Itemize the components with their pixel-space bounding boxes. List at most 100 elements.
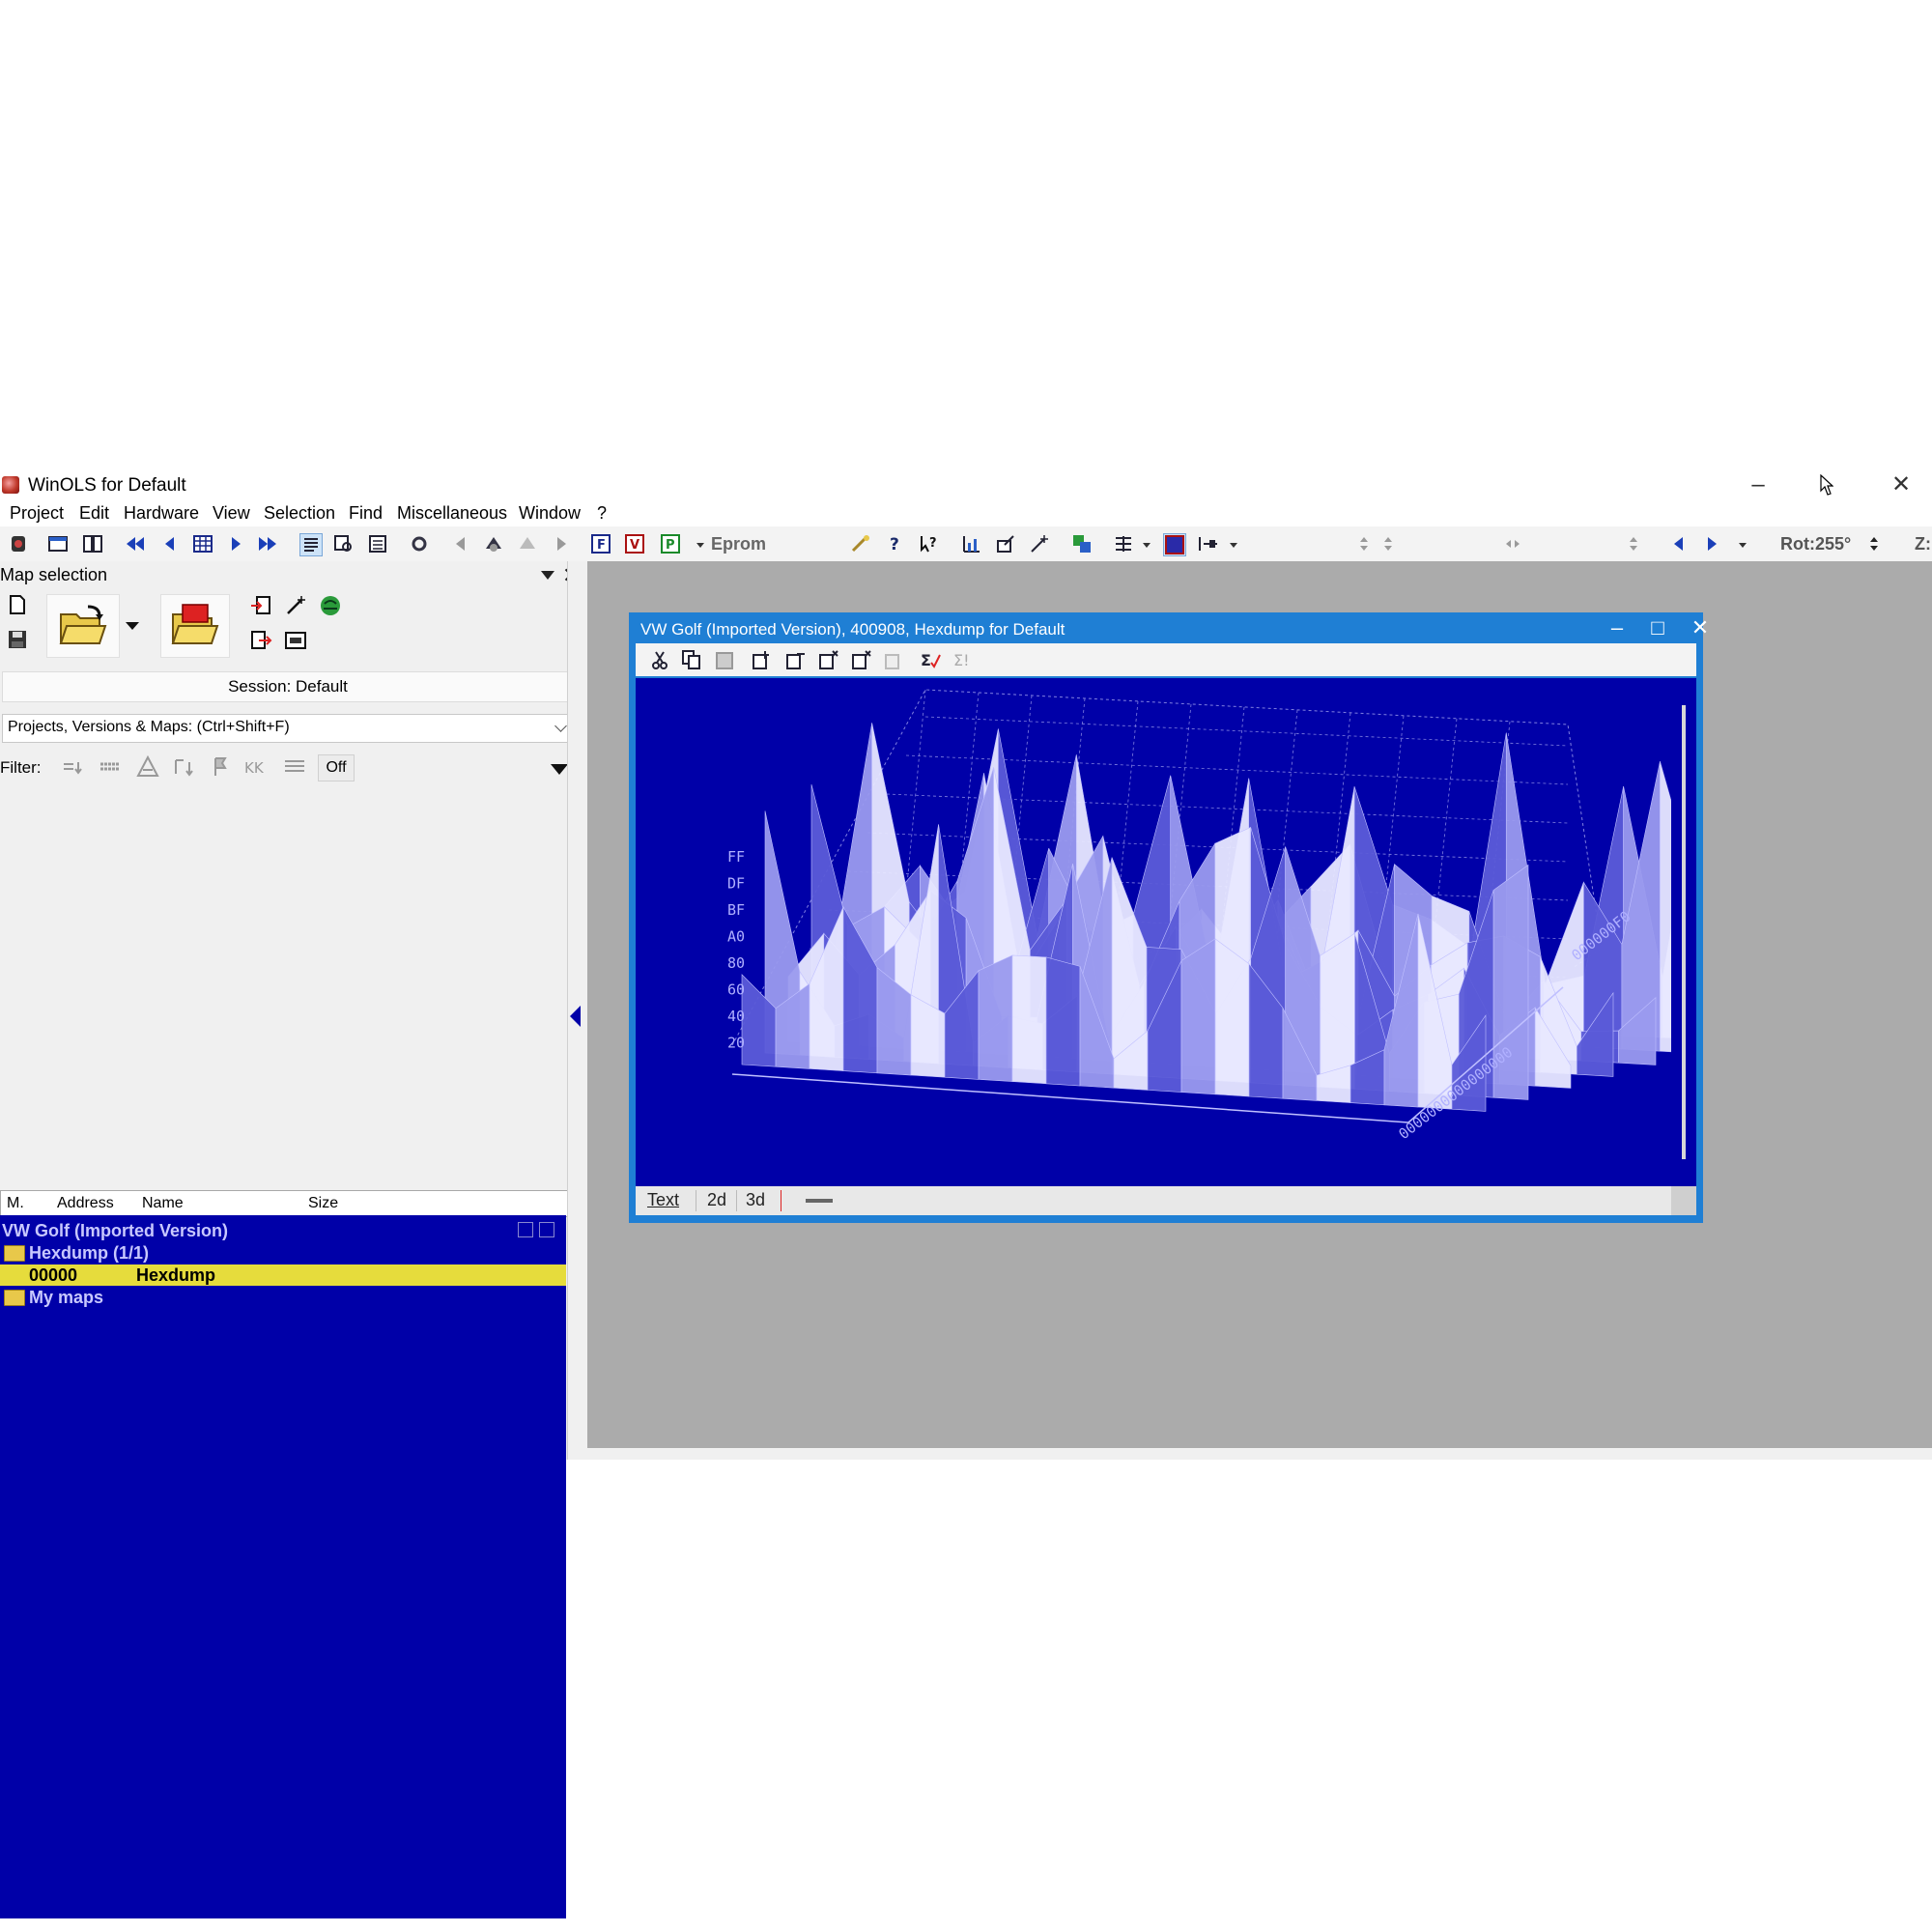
- recent-projects-button[interactable]: [160, 594, 230, 658]
- filter-dropdown-icon[interactable]: [551, 764, 568, 775]
- filter-equal-icon[interactable]: [60, 754, 85, 780]
- hardware-icon[interactable]: [8, 533, 29, 554]
- export-map-icon[interactable]: [249, 629, 272, 652]
- column-address[interactable]: Address: [57, 1195, 114, 1212]
- forward-gray-icon[interactable]: [551, 533, 572, 554]
- close-button[interactable]: ✕: [1874, 470, 1928, 499]
- window-layout-icon[interactable]: [47, 533, 69, 554]
- insert-row-icon[interactable]: [785, 649, 807, 670]
- width-dropdown-icon[interactable]: [1223, 533, 1237, 554]
- insert-col-icon[interactable]: [818, 649, 839, 670]
- filter-lines-icon[interactable]: [282, 754, 307, 780]
- tab-2d[interactable]: 2d: [707, 1190, 726, 1210]
- menu-edit[interactable]: Edit: [79, 503, 109, 524]
- menu-find[interactable]: Find: [349, 503, 383, 524]
- insert-icon[interactable]: [752, 649, 773, 670]
- minimize-button[interactable]: –: [1731, 470, 1785, 499]
- align-dropdown-icon[interactable]: [1136, 533, 1151, 554]
- menu-selection[interactable]: Selection: [264, 503, 335, 524]
- import-export-icon[interactable]: [1071, 533, 1093, 554]
- last-icon[interactable]: [257, 533, 278, 554]
- spinner-h-icon[interactable]: [1504, 533, 1521, 554]
- column-size[interactable]: Size: [308, 1195, 338, 1212]
- eprom-label[interactable]: Eprom: [711, 534, 766, 554]
- nav-left-icon[interactable]: [1668, 533, 1690, 554]
- color-mode-icon[interactable]: [1163, 533, 1186, 556]
- chart-tool-icon[interactable]: [961, 533, 982, 554]
- panel-dropdown-icon[interactable]: [541, 571, 554, 580]
- nav-right-icon[interactable]: [1701, 533, 1722, 554]
- menu-window[interactable]: Window: [519, 503, 581, 524]
- open-dropdown-button[interactable]: [122, 594, 143, 656]
- map-wizard-small-icon[interactable]: [284, 594, 307, 617]
- tree-folder-hexdump[interactable]: Hexdump (1/1): [0, 1242, 566, 1264]
- nav-dropdown-icon[interactable]: [1732, 533, 1747, 554]
- table-icon[interactable]: [192, 533, 213, 554]
- column-name[interactable]: Name: [142, 1195, 184, 1212]
- menu-hardware[interactable]: Hardware: [124, 503, 199, 524]
- tree-project-row[interactable]: VW Golf (Imported Version): [0, 1220, 566, 1241]
- cut-icon[interactable]: [649, 649, 670, 670]
- map-wizard-icon[interactable]: [850, 533, 871, 554]
- open-project-button[interactable]: [46, 594, 120, 658]
- settings-tools-icon[interactable]: [409, 533, 430, 554]
- menu-project[interactable]: Project: [10, 503, 64, 524]
- map-list-icon[interactable]: [367, 533, 388, 554]
- text-view-icon[interactable]: [299, 533, 323, 556]
- checksum-icon[interactable]: [483, 533, 504, 554]
- filter-width-icon[interactable]: [98, 754, 123, 780]
- rotation-spinner-icon[interactable]: [1869, 533, 1879, 554]
- find-window-icon[interactable]: [333, 533, 355, 554]
- spinner-b-icon[interactable]: [1383, 533, 1393, 554]
- menu-help[interactable]: ?: [597, 503, 607, 524]
- tab-text[interactable]: Text: [647, 1190, 679, 1210]
- filter-kk-icon[interactable]: KK: [243, 754, 269, 780]
- spinner-c-icon[interactable]: [1629, 533, 1638, 554]
- sum-check-icon[interactable]: Σ: [920, 649, 941, 670]
- dropdown-arrow-icon[interactable]: [690, 533, 704, 554]
- compare-icon[interactable]: [82, 533, 103, 554]
- doc-close-button[interactable]: ✕: [1681, 614, 1719, 641]
- p-icon[interactable]: P: [660, 533, 681, 554]
- project-close-icon[interactable]: [539, 1222, 554, 1237]
- align-icon[interactable]: [1113, 533, 1134, 554]
- tree-folder-my-maps[interactable]: My maps: [0, 1287, 566, 1308]
- sum-disabled-icon[interactable]: Σ!: [952, 649, 974, 670]
- tree-map-row[interactable]: 00000 Hexdump: [0, 1264, 566, 1286]
- width-icon[interactable]: [1198, 533, 1219, 554]
- previous-icon[interactable]: [159, 533, 181, 554]
- edit-tool-icon[interactable]: [995, 533, 1016, 554]
- vertical-scrollbar[interactable]: [1671, 678, 1696, 1186]
- 3d-surface-chart[interactable]: FFDFBFA080604020 000000F0 00000000000000…: [636, 678, 1742, 1186]
- filter-type-icon[interactable]: [135, 754, 160, 780]
- menu-miscellaneous[interactable]: Miscellaneous: [397, 503, 507, 524]
- context-help-icon[interactable]: ?: [919, 533, 940, 554]
- import-map-icon[interactable]: [249, 594, 272, 617]
- next-icon[interactable]: [225, 533, 246, 554]
- v-icon[interactable]: V: [624, 533, 645, 554]
- vertical-scroll-thumb[interactable]: [1682, 705, 1686, 1159]
- copy-icon[interactable]: [681, 649, 702, 670]
- back-gray-icon[interactable]: [450, 533, 471, 554]
- new-file-icon[interactable]: [8, 594, 27, 615]
- project-details-icon[interactable]: [518, 1222, 533, 1237]
- filter-sort-icon[interactable]: [172, 754, 197, 780]
- 3d-map-view[interactable]: FF DF BF A0 80 60 40 20 000000F0 00000000000000…: [636, 678, 1742, 1186]
- disabled-tool-icon[interactable]: [884, 649, 905, 670]
- save-icon[interactable]: [7, 629, 28, 650]
- column-m[interactable]: M.: [7, 1195, 24, 1212]
- first-icon[interactable]: [125, 533, 146, 554]
- tab-3d[interactable]: 3d: [746, 1190, 765, 1210]
- properties-icon[interactable]: [284, 629, 307, 652]
- paste-icon[interactable]: [714, 649, 735, 670]
- collapse-arrow-icon[interactable]: [570, 1006, 581, 1027]
- doc-minimize-button[interactable]: –: [1598, 614, 1636, 641]
- online-icon[interactable]: [319, 594, 342, 617]
- f-icon[interactable]: F: [590, 533, 611, 554]
- chevron-down-icon[interactable]: [554, 720, 567, 732]
- project-search-combo[interactable]: Projects, Versions & Maps: (Ctrl+Shift+F…: [2, 714, 574, 743]
- spinner-a-icon[interactable]: [1359, 533, 1369, 554]
- filter-flag-icon[interactable]: [210, 754, 235, 780]
- magic-tool-icon[interactable]: [1029, 533, 1050, 554]
- filter-off-button[interactable]: Off: [318, 754, 355, 781]
